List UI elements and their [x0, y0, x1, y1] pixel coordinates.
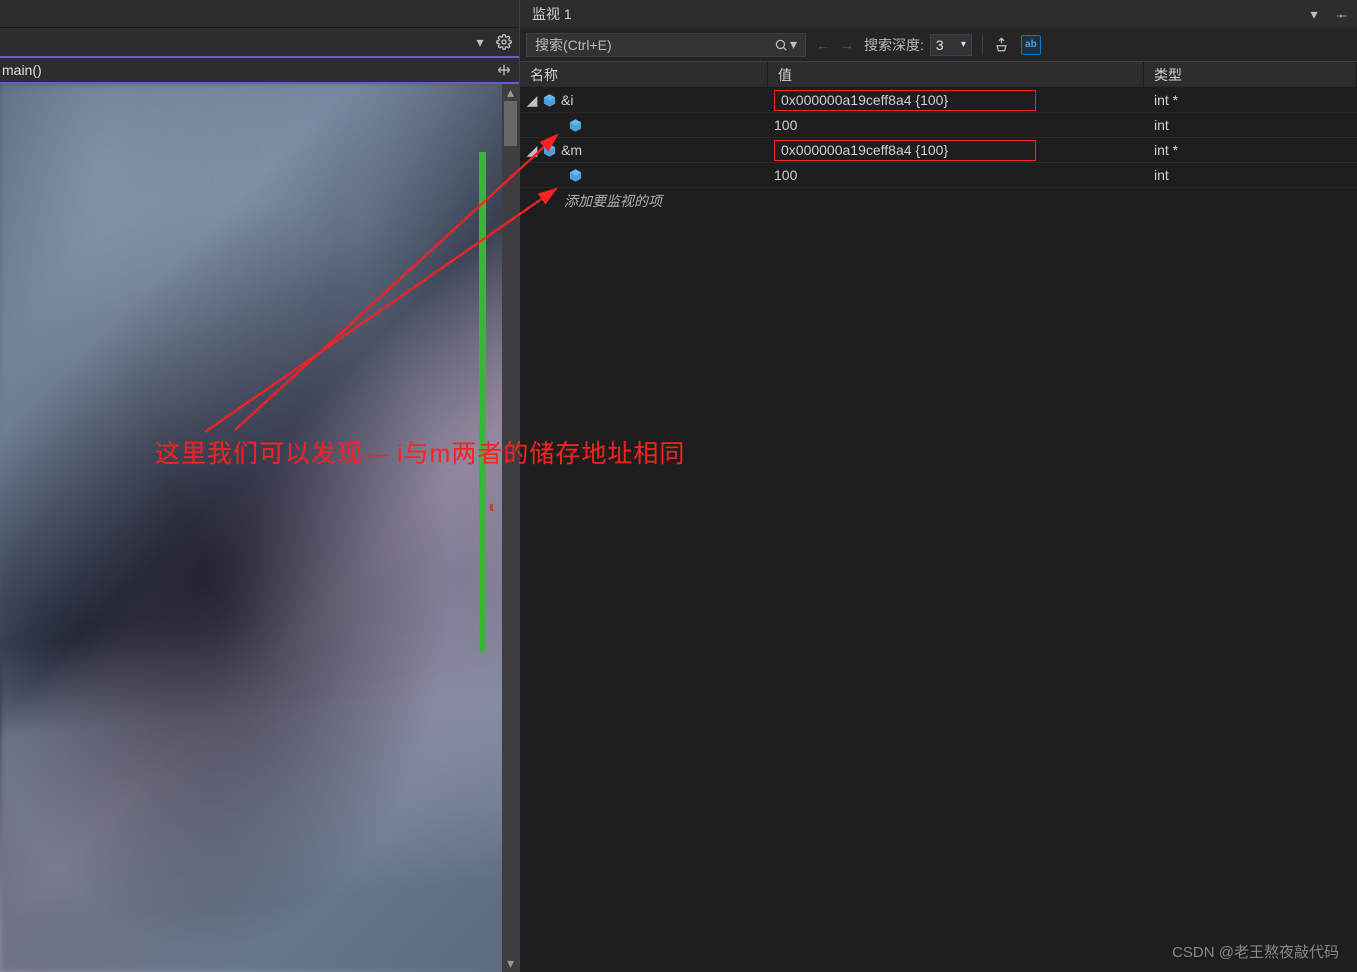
watch-type: int * — [1144, 88, 1357, 112]
table-row[interactable]: 100 int — [520, 113, 1357, 138]
chevron-down-icon[interactable]: ▾ — [471, 33, 489, 51]
watch-type: int — [1144, 113, 1357, 137]
table-row[interactable]: 100 int — [520, 163, 1357, 188]
search-placeholder: 搜索(Ctrl+E) — [535, 35, 612, 55]
chevron-down-icon: ▾ — [961, 39, 966, 50]
watch-body[interactable]: ◢ &i 0x000000a19ceff8a4 {100} int * 100 … — [520, 88, 1357, 972]
watch-value: 100 — [768, 113, 1144, 137]
col-header-type[interactable]: 类型 — [1144, 62, 1357, 87]
watch-panel: 监视 1 ▾ 搜索(Ctrl+E) ▾ ← → 搜索深度: 3 — [520, 0, 1357, 972]
hex-display-icon[interactable]: ab — [1021, 35, 1041, 55]
variable-icon — [568, 168, 583, 183]
gear-icon[interactable] — [495, 33, 513, 51]
search-depth-select[interactable]: 3 ▾ — [930, 34, 972, 56]
watch-name: &m — [561, 142, 582, 158]
breakpoint-marker — [490, 504, 493, 511]
code-change-marker — [479, 152, 486, 652]
variable-icon — [568, 118, 583, 133]
watch-panel-titlebar: 监视 1 ▾ — [520, 0, 1357, 28]
variable-icon — [542, 143, 557, 158]
split-icon[interactable] — [495, 61, 513, 79]
table-row[interactable]: ◢ &i 0x000000a19ceff8a4 {100} int * — [520, 88, 1357, 113]
search-next-icon[interactable]: → — [840, 37, 854, 53]
code-editor-pane: ▾ main() ▴ ▾ — [0, 0, 520, 972]
add-watch-item[interactable]: 添加要监视的项 — [520, 188, 1357, 214]
scroll-up-arrow[interactable]: ▴ — [502, 84, 519, 101]
watch-value: 100 — [768, 163, 1144, 187]
spacer — [552, 169, 564, 181]
watch-value: 0x000000a19ceff8a4 {100} — [774, 140, 1036, 161]
table-row[interactable]: ◢ &m 0x000000a19ceff8a4 {100} int * — [520, 138, 1357, 163]
current-function-label: main() — [2, 62, 42, 78]
watch-panel-title: 监视 1 — [532, 4, 572, 24]
scroll-down-arrow[interactable]: ▾ — [502, 955, 519, 972]
search-dropdown-icon[interactable]: ▾ — [790, 36, 797, 53]
search-prev-icon[interactable]: ← — [816, 37, 830, 53]
pin-toggle-icon[interactable] — [993, 36, 1011, 54]
collapse-icon[interactable]: ◢ — [526, 94, 538, 106]
watch-search-bar: 搜索(Ctrl+E) ▾ ← → 搜索深度: 3 ▾ ab — [520, 28, 1357, 62]
editor-viewport[interactable]: ▴ ▾ — [0, 84, 519, 972]
scroll-thumb[interactable] — [504, 101, 517, 146]
watch-type: int * — [1144, 138, 1357, 162]
editor-toolbar: ▾ — [0, 28, 519, 58]
col-header-name[interactable]: 名称 — [520, 62, 768, 87]
search-input[interactable]: 搜索(Ctrl+E) ▾ — [526, 33, 806, 57]
col-header-value[interactable]: 值 — [768, 62, 1144, 87]
collapse-icon[interactable]: ◢ — [526, 144, 538, 156]
window-options-icon[interactable]: ▾ — [1305, 5, 1323, 23]
watch-name: &i — [561, 92, 573, 108]
pin-icon[interactable] — [1333, 5, 1351, 23]
search-icon[interactable] — [774, 38, 788, 52]
watch-value: 0x000000a19ceff8a4 {100} — [774, 90, 1036, 111]
variable-icon — [542, 93, 557, 108]
editor-menubar — [0, 0, 519, 28]
search-depth-value: 3 — [936, 37, 944, 53]
watch-type: int — [1144, 163, 1357, 187]
editor-function-header: main() — [0, 58, 519, 84]
watch-columns-header: 名称 值 类型 — [520, 62, 1357, 88]
spacer — [552, 119, 564, 131]
search-depth-label: 搜索深度: — [864, 35, 924, 55]
vertical-scrollbar[interactable]: ▴ ▾ — [502, 84, 519, 972]
